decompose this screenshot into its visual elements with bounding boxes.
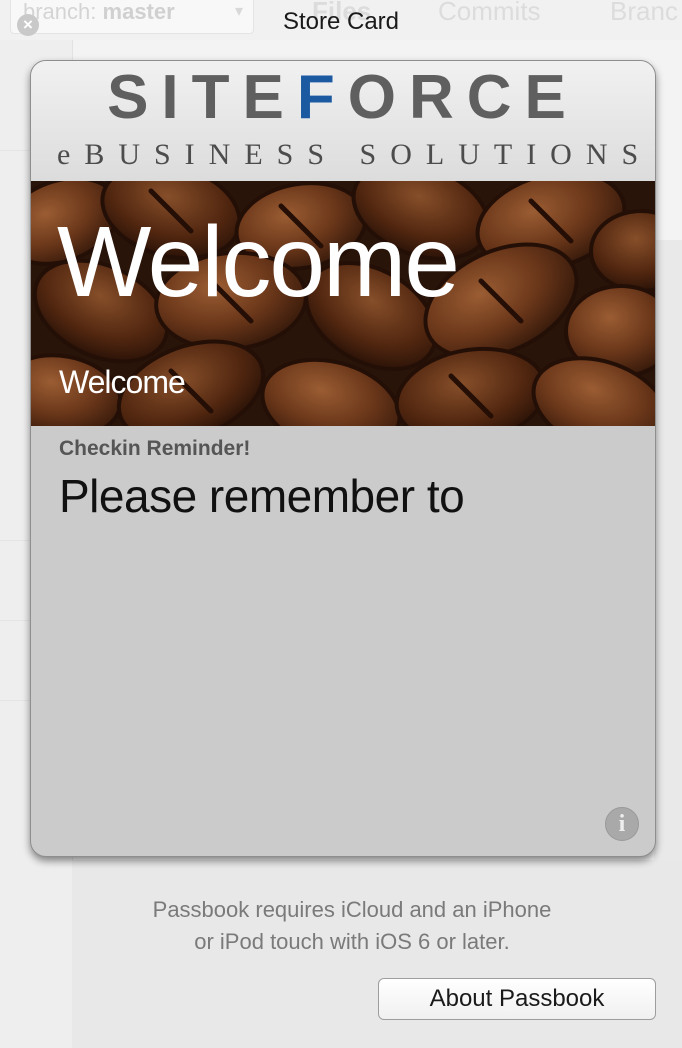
note-line: Passbook requires iCloud and an iPhone — [152, 897, 552, 922]
siteforce-logo: SITEFORCE — [107, 63, 579, 132]
passbook-requirements-note: Passbook requires iCloud and an iPhone o… — [72, 894, 632, 958]
coffee-beans-strip-image: Welcome Welcome — [31, 181, 655, 426]
about-passbook-button[interactable]: About Passbook — [378, 978, 656, 1020]
primary-field-label: Welcome — [59, 364, 186, 400]
primary-field-value: Welcome — [57, 206, 460, 318]
logo-subtitle: eBUSINESS SOLUTIONS — [57, 138, 653, 171]
info-icon[interactable]: i — [605, 807, 639, 841]
store-card-pass: SITEFORCE eBUSINESS SOLUTIONS Welcome We… — [30, 60, 656, 857]
window-title: Store Card — [282, 8, 400, 35]
secondary-field-value: Please remember to — [59, 470, 465, 522]
secondary-field-label: Checkin Reminder! — [59, 437, 251, 460]
note-line: or iPod touch with iOS 6 or later. — [194, 929, 510, 954]
pass-header: SITEFORCE eBUSINESS SOLUTIONS — [31, 61, 655, 182]
